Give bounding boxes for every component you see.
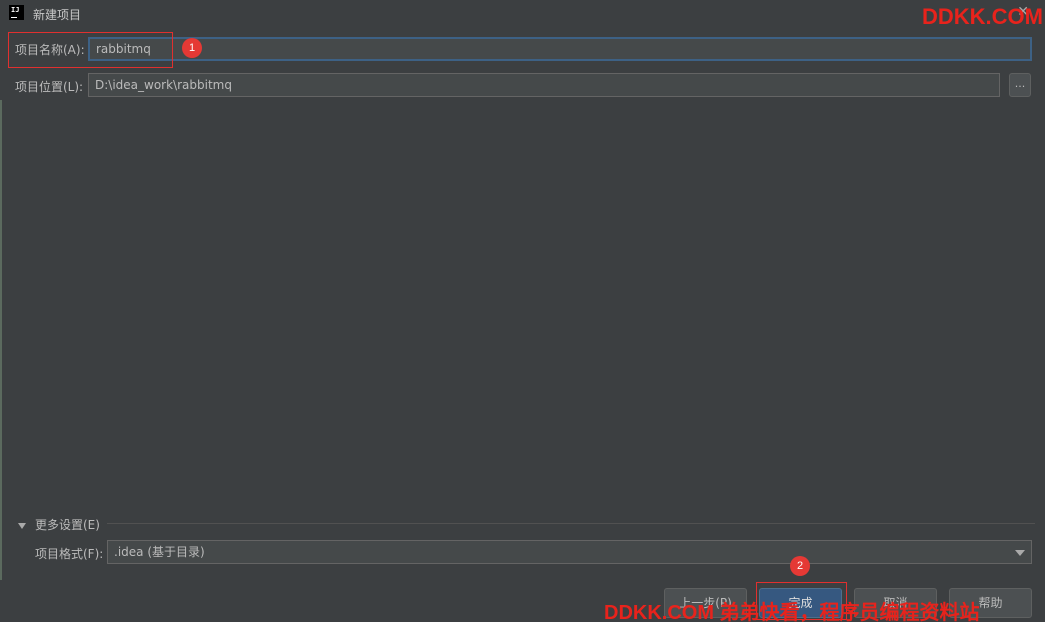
project-format-value: .idea (基于目录) (114, 545, 205, 559)
intellij-logo-icon: IJ (9, 5, 24, 20)
watermark-top: DDKK.COM (922, 4, 1043, 29)
chevron-down-icon (1015, 550, 1025, 556)
annotation-box-1 (8, 32, 173, 68)
annotation-badge-2: 2 (790, 556, 810, 576)
project-name-input[interactable]: rabbitmq (88, 37, 1032, 61)
watermark-bottom: DDKK.COM 弟弟快看，程序员编程资料站 (604, 602, 980, 622)
window-title: 新建项目 (33, 8, 82, 22)
more-settings-label: 更多设置(E) (35, 518, 100, 532)
project-location-input[interactable]: D:\idea_work\rabbitmq (88, 73, 1000, 97)
more-settings-toggle[interactable]: 更多设置(E) (18, 516, 100, 533)
title-bar: IJ 新建项目 ✕ (0, 0, 1045, 28)
project-location-label: 项目位置(L): (15, 80, 84, 94)
triangle-down-icon (18, 522, 26, 529)
browse-button[interactable]: ... (1009, 73, 1031, 97)
left-edge-strip (0, 100, 2, 580)
project-format-label: 项目格式(F): (35, 547, 104, 561)
project-format-select[interactable]: .idea (基于目录) (107, 540, 1032, 564)
annotation-badge-1: 1 (182, 38, 202, 58)
logo-text: IJ (11, 6, 20, 14)
section-divider (107, 523, 1035, 524)
